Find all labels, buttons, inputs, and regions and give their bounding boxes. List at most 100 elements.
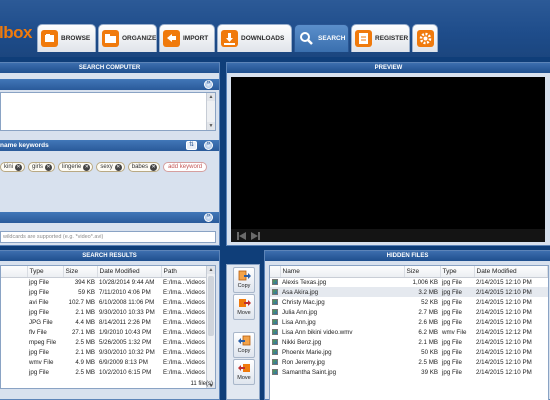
file-thumbnail-icon bbox=[270, 368, 280, 378]
column-header-type[interactable]: Type bbox=[27, 266, 64, 278]
scroll-thumb[interactable] bbox=[208, 276, 214, 336]
cell-type: jpg File bbox=[442, 308, 462, 316]
search-results-scrollbar[interactable]: ▲ ▼ bbox=[206, 266, 215, 388]
cell-size: 4.4 MB bbox=[75, 318, 95, 326]
search-results-table: Type Size Date Modified Path jpg File 394… bbox=[0, 265, 216, 389]
column-header-size[interactable]: Size bbox=[404, 266, 441, 278]
cell-type: jpg File bbox=[29, 288, 49, 296]
tab-downloads[interactable]: DOWNLOADS bbox=[217, 24, 292, 52]
tab-settings[interactable] bbox=[412, 24, 438, 52]
cell-size: 2.1 MB bbox=[418, 339, 438, 347]
search-subheader bbox=[0, 79, 219, 90]
keyword-chip[interactable]: lingerie ✕ bbox=[58, 162, 94, 172]
row-icon-cell bbox=[1, 368, 27, 378]
preview-video-area[interactable] bbox=[231, 77, 545, 242]
tab-search[interactable]: SEARCH bbox=[294, 24, 349, 52]
table-row[interactable]: wmv File 4.9 MB 6/9/2009 8:13 PM E:/Ima...V… bbox=[1, 358, 207, 368]
table-row[interactable]: Alexis Texas.jpg 1,006 KB jpg File 2/14/201… bbox=[270, 277, 548, 287]
column-header-date-modified[interactable]: Date Modified bbox=[97, 266, 162, 278]
cell-path: E:/Ima...Videos bbox=[163, 349, 205, 357]
table-row[interactable]: jpg File 2.5 MB 10/2/2010 6:15 PM E:/Ima...… bbox=[1, 368, 207, 378]
file-count-label: 11 file(s) bbox=[190, 381, 213, 387]
cell-path: E:/Ima...Videos bbox=[163, 369, 205, 377]
column-header-date-modified[interactable]: Date Modified bbox=[474, 266, 548, 278]
table-row[interactable]: Julia Ann.jpg 2.7 MB jpg File 2/14/2015 12:… bbox=[270, 307, 548, 317]
column-header-blank[interactable] bbox=[1, 266, 28, 278]
table-row[interactable]: jpg File 2.1 MB 9/30/2010 10:32 PM E:/Ima..… bbox=[1, 348, 207, 358]
cell-size: 59 KB bbox=[78, 288, 95, 296]
move-to-hidden-button[interactable]: Move bbox=[233, 294, 255, 320]
cell-name: Nikki Benz.jpg bbox=[282, 339, 322, 347]
search-text-area[interactable]: ▲ ▼ bbox=[0, 92, 216, 131]
cell-date-modified: 6/9/2009 8:13 PM bbox=[99, 359, 148, 367]
keyword-chip[interactable]: babes ✕ bbox=[127, 162, 161, 172]
preview-panel: PREVIEW bbox=[226, 62, 550, 246]
cell-type: JPG File bbox=[29, 318, 53, 326]
register-icon bbox=[355, 30, 372, 47]
cell-size: 39 KB bbox=[421, 369, 438, 377]
table-row[interactable]: Christy Mac.jpg 52 KB jpg File 2/14/2015 12… bbox=[270, 297, 548, 307]
table-row[interactable]: mpeg File 2.5 MB 5/26/2005 1:32 PM E:/Ima..… bbox=[1, 338, 207, 348]
row-icon-cell bbox=[1, 307, 27, 317]
column-header-size[interactable]: Size bbox=[63, 266, 98, 278]
cell-size: 2.5 MB bbox=[75, 369, 95, 377]
path-filter-input[interactable]: wildcards are supported (e.g. *video*.av… bbox=[0, 231, 216, 243]
skip-forward-icon[interactable] bbox=[251, 232, 260, 240]
table-row[interactable]: Asa Akira.jpg 3.2 MB jpg File 2/14/2015 12:… bbox=[270, 287, 548, 298]
table-row[interactable]: jpg File 2.1 MB 9/30/2010 10:33 PM E:/Ima..… bbox=[1, 307, 207, 317]
table-row[interactable]: jpg File 59 KB 7/11/2010 4:06 PM E:/Ima...V… bbox=[1, 287, 207, 297]
tab-register[interactable]: REGISTER bbox=[351, 24, 410, 52]
table-row[interactable]: avi File 102.7 MB 6/10/2008 11:06 PM E:/Ima… bbox=[1, 297, 207, 307]
cell-name: Julia Ann.jpg bbox=[282, 308, 318, 316]
add-keyword-button[interactable]: add keyword bbox=[163, 162, 208, 172]
move-from-hidden-button[interactable]: Move bbox=[233, 359, 255, 385]
cell-name: Alexis Texas.jpg bbox=[282, 278, 327, 286]
table-row[interactable]: jpg File 394 KB 10/28/2014 9:44 AM E:/Ima..… bbox=[1, 277, 207, 287]
cell-date-modified: 9/30/2010 10:32 PM bbox=[99, 349, 155, 357]
skip-back-icon[interactable] bbox=[237, 232, 246, 240]
cell-date-modified: 5/26/2005 1:32 PM bbox=[99, 339, 152, 347]
cell-date-modified: 2/14/2015 12:10 PM bbox=[476, 308, 532, 316]
remove-keyword-icon[interactable]: ✕ bbox=[45, 163, 53, 171]
copy-right-icon bbox=[238, 270, 251, 282]
import-icon bbox=[163, 30, 180, 47]
copy-from-hidden-button[interactable]: Copy bbox=[233, 332, 255, 358]
tab-import[interactable]: IMPORT bbox=[159, 24, 215, 52]
table-row[interactable]: Phoenix Marie.jpg 50 KB jpg File 2/14/2015 … bbox=[270, 348, 548, 358]
cell-size: 3.2 MB bbox=[404, 287, 440, 298]
column-header-name[interactable]: Name bbox=[280, 266, 405, 278]
remove-keyword-icon[interactable]: ✕ bbox=[15, 163, 23, 171]
hidden-files-panel: HIDDEN FILES Name Size Type Date Modifie… bbox=[264, 250, 550, 400]
tab-browse[interactable]: BROWSE bbox=[37, 24, 96, 52]
cell-path: E:/Ima...Videos bbox=[163, 318, 205, 326]
remove-keyword-icon[interactable]: ✕ bbox=[83, 163, 91, 171]
sort-keywords-icon[interactable]: ⇅ bbox=[186, 141, 197, 150]
column-header-type[interactable]: Type bbox=[440, 266, 475, 278]
copy-to-hidden-button[interactable]: Copy bbox=[233, 267, 255, 293]
row-icon-cell bbox=[1, 338, 27, 348]
search-text-scrollbar[interactable]: ▲ ▼ bbox=[206, 93, 215, 130]
remove-keyword-icon[interactable]: ✕ bbox=[114, 163, 122, 171]
table-row[interactable]: Lisa Ann bikini video.wmv 6.2 MB wmv File 2… bbox=[270, 327, 548, 337]
table-row[interactable]: Ron Jeremy.jpg 2.5 MB jpg File 2/14/2015 12… bbox=[270, 358, 548, 368]
expand-keywords-icon[interactable] bbox=[204, 140, 213, 150]
table-row[interactable]: JPG File 4.4 MB 8/14/2011 2:26 PM E:/Ima...… bbox=[1, 317, 207, 327]
cell-date-modified: 2/14/2015 12:10 PM bbox=[476, 278, 532, 286]
remove-keyword-icon[interactable]: ✕ bbox=[150, 163, 158, 171]
keyword-chip[interactable]: girls ✕ bbox=[28, 162, 56, 172]
table-row[interactable]: Lisa Ann.jpg 2.6 MB jpg File 2/14/2015 12:1… bbox=[270, 317, 548, 327]
expand-search-icon[interactable] bbox=[204, 79, 213, 89]
column-header-path[interactable]: Path bbox=[161, 266, 207, 278]
keyword-chip[interactable]: kini ✕ bbox=[0, 162, 26, 172]
search-results-panel: SEARCH RESULTS Type Size Date Modified P… bbox=[0, 250, 220, 400]
column-header-icon bbox=[270, 266, 281, 278]
row-icon-cell bbox=[1, 277, 27, 287]
tab-organize[interactable]: ORGANIZE bbox=[98, 24, 157, 52]
cell-name: Asa Akira.jpg bbox=[280, 287, 404, 298]
keyword-chip[interactable]: sexy ✕ bbox=[96, 162, 125, 172]
file-thumbnail-icon bbox=[270, 307, 280, 317]
table-row[interactable]: Nikki Benz.jpg 2.1 MB jpg File 2/14/2015 12… bbox=[270, 338, 548, 348]
table-row[interactable]: flv File 27.1 MB 1/9/2010 10:43 PM E:/Ima..… bbox=[1, 327, 207, 337]
table-row[interactable]: Samantha Saint.jpg 39 KB jpg File 2/14/2015… bbox=[270, 368, 548, 378]
expand-location-icon[interactable] bbox=[204, 212, 213, 222]
